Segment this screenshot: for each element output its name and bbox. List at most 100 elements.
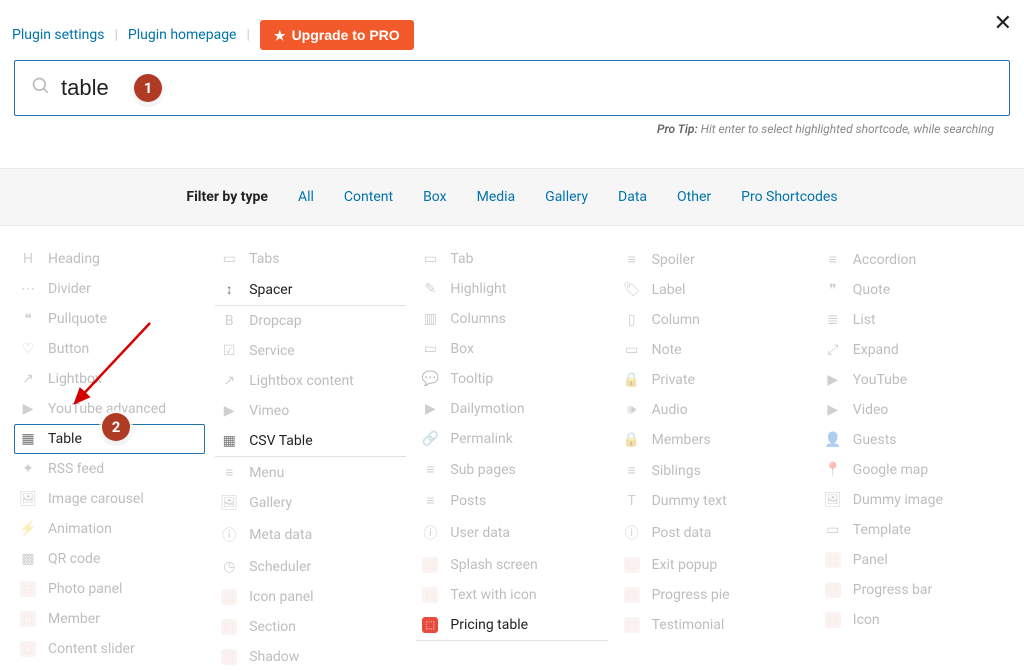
annotation-2: 2: [102, 413, 130, 441]
shortcode-item[interactable]: ⬚Splash screen: [416, 550, 607, 580]
search-icon: [31, 76, 51, 100]
filter-data[interactable]: Data: [618, 189, 647, 205]
shortcode-item[interactable]: 🖼Image carousel: [14, 484, 205, 514]
filter-other[interactable]: Other: [677, 189, 711, 205]
shortcode-item[interactable]: ≡Accordion: [819, 244, 1010, 275]
shortcode-item[interactable]: 📍Google map: [819, 455, 1010, 485]
shortcode-item[interactable]: ▥Columns: [416, 304, 607, 334]
shortcode-item[interactable]: ⓘUser data: [416, 516, 607, 550]
shortcode-item[interactable]: ⬚Icon panel: [215, 582, 406, 612]
shortcode-item[interactable]: ⤢Expand: [819, 335, 1010, 365]
shortcode-item[interactable]: ⬚Icon: [819, 605, 1010, 635]
top-header: Plugin settings | Plugin homepage | ★ Up…: [0, 0, 1024, 60]
shortcode-item[interactable]: ◷Scheduler: [215, 552, 406, 582]
shortcode-item[interactable]: ❝Pullquote: [14, 304, 205, 334]
filter-content[interactable]: Content: [344, 189, 393, 205]
shortcode-item[interactable]: ↗Lightbox: [14, 364, 205, 394]
shortcode-item[interactable]: ▶Dailymotion: [416, 394, 607, 424]
shortcode-item[interactable]: ✎Highlight: [416, 274, 607, 304]
item-label: Button: [48, 341, 89, 357]
shortcode-item[interactable]: 💬Tooltip: [416, 364, 607, 394]
filter-media[interactable]: Media: [477, 189, 516, 205]
shortcode-item[interactable]: ✦RSS feed: [14, 454, 205, 484]
shortcode-item[interactable]: ↗Lightbox content: [215, 366, 406, 396]
close-button[interactable]: ✕: [994, 10, 1012, 36]
item-label: Progress pie: [652, 587, 730, 603]
shortcode-item[interactable]: ⓘPost data: [618, 516, 809, 550]
shortcode-item[interactable]: ≡Sub pages: [416, 454, 607, 485]
shortcode-item[interactable]: TDummy text: [618, 486, 809, 516]
shortcode-item[interactable]: ⬚Exit popup: [618, 550, 809, 580]
item-label: Splash screen: [450, 557, 537, 573]
item-label: Dropcap: [249, 313, 301, 329]
item-label: Spoiler: [652, 252, 695, 268]
shortcode-item[interactable]: ▦CSV Table: [215, 426, 406, 457]
pro-tip: Pro Tip: Hit enter to select highlighted…: [14, 116, 1010, 136]
shortcode-item[interactable]: 🖼Dummy image: [819, 485, 1010, 515]
shortcode-item[interactable]: ▭Template: [819, 515, 1010, 545]
shortcode-item[interactable]: ≡Menu: [215, 457, 406, 488]
item-label: Siblings: [652, 463, 701, 479]
shortcode-item[interactable]: ⬚Member: [14, 604, 205, 634]
item-label: Shadow: [249, 649, 299, 665]
shortcode-item[interactable]: ⬚Progress pie: [618, 580, 809, 610]
filter-pro[interactable]: Pro Shortcodes: [741, 189, 837, 205]
item-label: Guests: [853, 432, 897, 448]
shortcode-item[interactable]: BDropcap: [215, 306, 406, 336]
shortcode-item[interactable]: ⬚Testimonial: [618, 610, 809, 640]
shortcode-item[interactable]: ❞Quote: [819, 275, 1010, 305]
shortcode-item[interactable]: ▭Box: [416, 334, 607, 364]
shortcode-item[interactable]: ≡Posts: [416, 485, 607, 516]
search-input[interactable]: [61, 75, 993, 101]
shortcode-item[interactable]: ▶YouTube: [819, 365, 1010, 395]
shortcode-item[interactable]: ⬚Section: [215, 612, 406, 642]
shortcode-item[interactable]: ▩QR code: [14, 544, 205, 574]
shortcode-item[interactable]: ⬚Content slider: [14, 634, 205, 664]
shortcode-item[interactable]: ⬚Photo panel: [14, 574, 205, 604]
item-label: Divider: [48, 281, 91, 297]
item-label: Posts: [450, 493, 486, 509]
shortcode-item[interactable]: ⬚Progress bar: [819, 575, 1010, 605]
grid-column: HHeading⋯Divider❝Pullquote♡Button↗Lightb…: [14, 244, 205, 672]
shortcode-item[interactable]: ▭Tabs: [215, 244, 406, 274]
shortcode-item[interactable]: ⋯Divider: [14, 274, 205, 304]
shortcode-item[interactable]: 🔒Members: [618, 425, 809, 455]
shortcode-item[interactable]: 🔒Private: [618, 365, 809, 395]
shortcode-item[interactable]: 🕪Audio: [618, 395, 809, 425]
item-label: Columns: [450, 311, 505, 327]
shortcode-item[interactable]: ≡Spoiler: [618, 244, 809, 275]
shortcode-item[interactable]: ≣List: [819, 305, 1010, 335]
shortcode-item[interactable]: ⬚Pricing table: [416, 610, 607, 641]
shortcode-item[interactable]: ⓘMeta data: [215, 518, 406, 552]
shortcode-item[interactable]: ▭Tab: [416, 244, 607, 274]
shortcode-item[interactable]: 👤Guests: [819, 425, 1010, 455]
shortcode-item[interactable]: 🖼Gallery: [215, 488, 406, 518]
filter-box[interactable]: Box: [423, 189, 447, 205]
plugin-settings-link[interactable]: Plugin settings: [12, 27, 104, 43]
shortcode-item[interactable]: ≡Siblings: [618, 455, 809, 486]
shortcode-item[interactable]: ▯Column: [618, 305, 809, 335]
shortcode-item[interactable]: ▭Note: [618, 335, 809, 365]
shortcode-item[interactable]: ☑Service: [215, 336, 406, 366]
item-label: Video: [853, 402, 889, 418]
shortcode-item[interactable]: ⬚Shadow: [215, 642, 406, 672]
shortcode-item[interactable]: 🏷Label: [618, 275, 809, 305]
item-label: RSS feed: [48, 461, 104, 477]
upgrade-button[interactable]: ★ Upgrade to PRO: [260, 20, 414, 50]
grid-column: ▭Tabs↕SpacerBDropcap☑Service↗Lightbox co…: [215, 244, 406, 672]
shortcode-item[interactable]: ⬚Text with icon: [416, 580, 607, 610]
shortcode-item[interactable]: ↕Spacer: [215, 274, 406, 306]
filter-gallery[interactable]: Gallery: [545, 189, 588, 205]
shortcode-item[interactable]: ⬚Panel: [819, 545, 1010, 575]
shortcode-item[interactable]: ⚡Animation: [14, 514, 205, 544]
shortcode-item[interactable]: ♡Button: [14, 334, 205, 364]
shortcode-item[interactable]: ▶Vimeo: [215, 396, 406, 426]
plugin-homepage-link[interactable]: Plugin homepage: [128, 27, 237, 43]
search-input-wrap[interactable]: [14, 60, 1010, 116]
grid-column: ≡Accordion❞Quote≣List⤢Expand▶YouTube▶Vid…: [819, 244, 1010, 672]
shortcode-item[interactable]: ▶Video: [819, 395, 1010, 425]
item-label: Spacer: [249, 282, 292, 298]
shortcode-item[interactable]: HHeading: [14, 244, 205, 274]
shortcode-item[interactable]: 🔗Permalink: [416, 424, 607, 454]
filter-all[interactable]: All: [298, 189, 314, 205]
